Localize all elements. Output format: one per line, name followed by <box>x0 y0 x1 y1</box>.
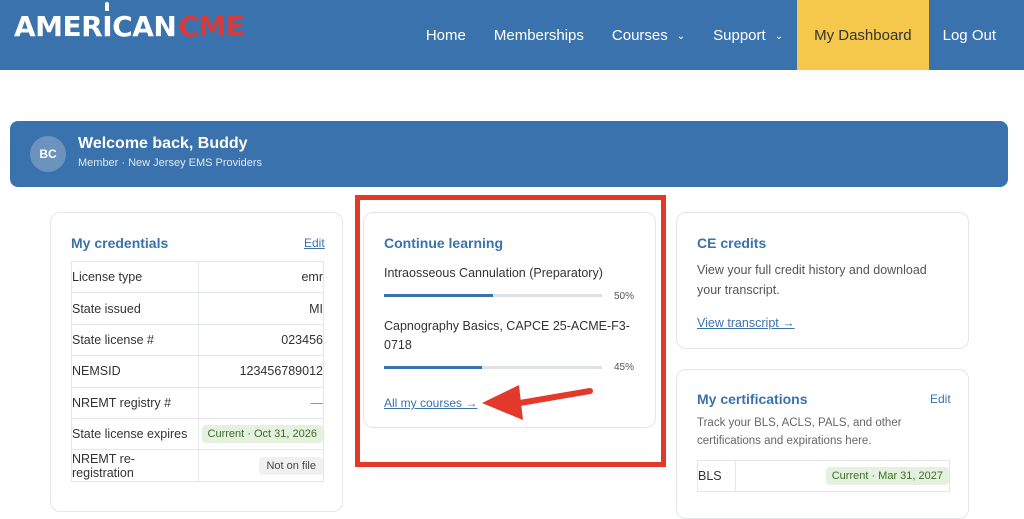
credential-label: NEMSID <box>71 355 199 388</box>
nav-support-label: Support <box>713 26 766 44</box>
table-row: State license expires Current · Oct 31, … <box>71 417 324 451</box>
credentials-title: My credentials <box>71 235 169 251</box>
chevron-down-icon: ⌄ <box>774 30 784 42</box>
welcome-banner: BC Welcome back, Buddy Member · New Jers… <box>10 121 1008 187</box>
credentials-table: License type emr State issued MI State l… <box>71 260 324 482</box>
nav-courses-label: Courses <box>611 26 668 44</box>
certification-value-cell: Current · Mar 31, 2027 <box>735 460 950 492</box>
credential-value-cell: Current · Oct 31, 2026 <box>198 417 324 451</box>
status-badge: Not on file <box>259 456 323 475</box>
torch-icon <box>105 2 110 11</box>
credential-value: MI <box>198 292 324 325</box>
credentials-card: My credentials Edit License type emr Sta… <box>50 212 343 512</box>
logo-white-part: AMER ICAN <box>14 2 177 43</box>
table-row: NREMT re-registration Not on file <box>71 449 324 482</box>
welcome-subtitle: Member · New Jersey EMS Providers <box>78 157 262 169</box>
welcome-title: Welcome back, Buddy <box>78 135 248 152</box>
status-badge: Current · Oct 31, 2026 <box>201 425 323 444</box>
logo-text-can: CAN <box>112 10 177 43</box>
nav-home-label: Home <box>425 26 466 44</box>
nav-home[interactable]: Home <box>412 0 480 70</box>
certification-label: BLS <box>697 460 736 492</box>
nav-my-dashboard-button[interactable]: My Dashboard <box>797 0 929 70</box>
certifications-edit-link[interactable]: Edit <box>930 392 951 406</box>
table-row: NREMT registry # — <box>71 386 324 419</box>
top-navigation-bar: AMER ICAN CME Home Memberships Courses ⌄ S… <box>0 0 1024 70</box>
table-row: NEMSID 123456789012 <box>71 355 324 388</box>
view-transcript-link[interactable]: View transcript → <box>697 316 795 330</box>
status-badge: Current · Mar 31, 2027 <box>825 467 949 485</box>
nav-memberships-label: Memberships <box>493 26 584 44</box>
ce-credits-title: CE credits <box>697 235 767 251</box>
certifications-description: Track your BLS, ACLS, PALS, and other ce… <box>697 417 902 447</box>
chevron-down-icon: ⌄ <box>676 30 686 42</box>
credential-value: — <box>198 386 324 419</box>
credential-label: License type <box>71 260 199 294</box>
red-highlight-box <box>355 195 666 467</box>
certifications-card: My certifications Edit Track your BLS, A… <box>676 369 969 519</box>
logo-red-part: CME <box>178 10 245 43</box>
american-cme-logo[interactable]: AMER ICAN CME <box>14 2 245 50</box>
main-nav: Home Memberships Courses ⌄ Support ⌄ My Da… <box>412 0 1024 70</box>
credentials-edit-link[interactable]: Edit <box>304 236 325 250</box>
ce-credits-description: View your full credit history and downlo… <box>697 263 927 297</box>
logo-text-amer: AMER <box>14 10 103 43</box>
nav-my-dashboard-label: My Dashboard <box>814 26 912 44</box>
credential-label: State license expires <box>71 417 199 451</box>
nav-courses[interactable]: Courses ⌄ <box>598 0 699 70</box>
credential-value: 023456 <box>198 323 324 357</box>
nav-log-out-label: Log Out <box>942 26 996 44</box>
table-row: State issued MI <box>71 292 324 325</box>
table-row: State license # 023456 <box>71 323 324 357</box>
credential-value: emr <box>198 260 324 294</box>
credential-label: State license # <box>71 323 199 357</box>
credential-label: State issued <box>71 292 199 325</box>
table-row: License type emr <box>71 260 324 294</box>
table-row: BLS Current · Mar 31, 2027 <box>697 460 950 492</box>
avatar: BC <box>30 136 66 172</box>
credential-label: NREMT re-registration <box>71 449 199 482</box>
credential-value: 123456789012 <box>198 355 324 388</box>
credential-value-cell: Not on file <box>198 449 324 482</box>
certifications-title: My certifications <box>697 391 808 407</box>
certifications-table: BLS Current · Mar 31, 2027 <box>697 460 950 492</box>
nav-log-out[interactable]: Log Out <box>929 0 1024 70</box>
ce-credits-card: CE credits View your full credit history… <box>676 212 969 349</box>
nav-support[interactable]: Support ⌄ <box>699 0 797 70</box>
nav-memberships[interactable]: Memberships <box>480 0 598 70</box>
credential-label: NREMT registry # <box>71 386 199 419</box>
logo-text-i: I <box>102 10 113 43</box>
logo-torch-i: I <box>102 2 113 43</box>
